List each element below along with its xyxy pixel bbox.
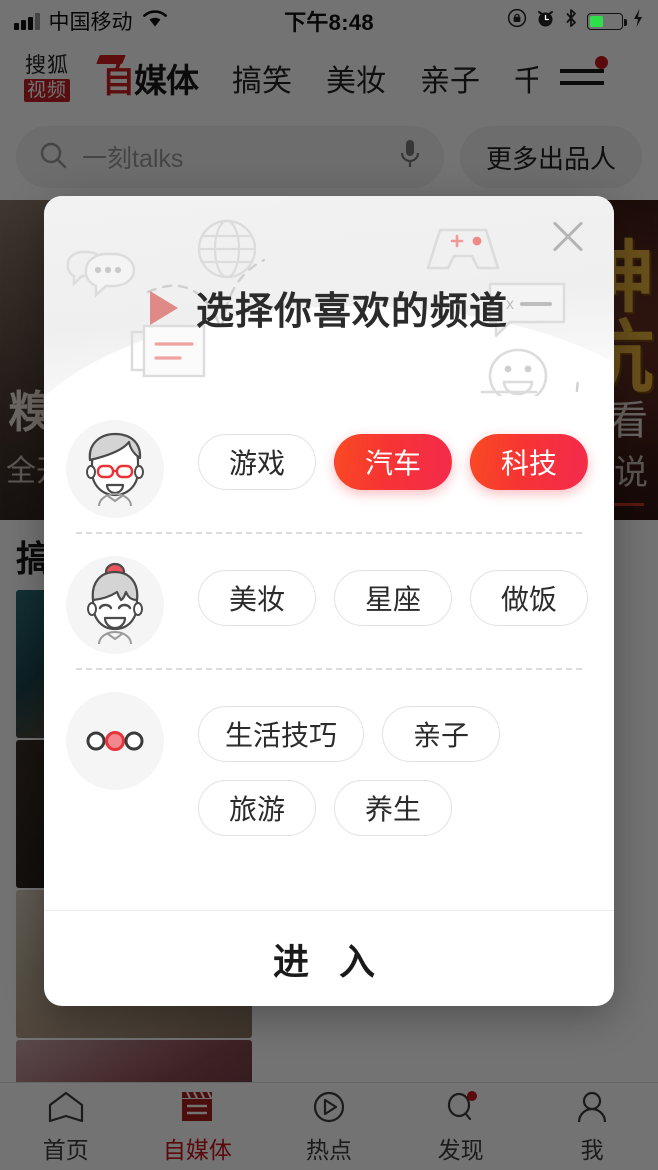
channel-chip-zuofan[interactable]: 做饭 (470, 570, 588, 626)
boy-with-glasses-avatar (66, 420, 164, 518)
channel-chip-yangsheng[interactable]: 养生 (334, 780, 452, 836)
three-dots-avatar (66, 692, 164, 790)
close-icon[interactable] (542, 210, 594, 262)
channel-picker-modal: x 选择你喜欢的频道 游戏 汽车 科技 美妆 星座 做饭 生活技巧 亲子 旅游 … (44, 196, 614, 1006)
channel-chip-meizhuang[interactable]: 美妆 (198, 570, 316, 626)
lightning-bolt-icon (632, 8, 644, 34)
chip-list: 生活技巧 亲子 旅游 养生 (164, 684, 592, 836)
chip-list: 游戏 汽车 科技 (164, 412, 592, 490)
channel-group: 游戏 汽车 科技 (44, 396, 614, 532)
alarm-clock-icon (536, 9, 555, 34)
channel-chip-qinzi[interactable]: 亲子 (382, 706, 501, 762)
channel-chip-youxi[interactable]: 游戏 (198, 434, 316, 490)
channel-chip-lvyou[interactable]: 旅游 (198, 780, 316, 836)
channel-chip-xingzuo[interactable]: 星座 (334, 570, 452, 626)
enter-button[interactable]: 进 入 (273, 933, 385, 985)
battery-icon (587, 12, 627, 30)
modal-title: 选择你喜欢的频道 (195, 291, 508, 333)
play-triangle-icon (149, 290, 178, 325)
modal-body: 游戏 汽车 科技 美妆 星座 做饭 生活技巧 亲子 旅游 养生 (44, 396, 614, 910)
modal-title-row: 选择你喜欢的频道 (44, 280, 614, 335)
channel-chip-keji[interactable]: 科技 (470, 434, 588, 490)
phone-screen: 中国移动 下午8:48 (0, 0, 658, 1170)
channel-chip-shenghuojiqiao[interactable]: 生活技巧 (198, 706, 365, 762)
woman-with-bun-avatar (66, 556, 164, 654)
status-bar-right (507, 8, 644, 34)
modal-footer[interactable]: 进 入 (44, 910, 614, 1006)
bluetooth-icon (564, 8, 578, 34)
dashed-connector-icon (522, 372, 614, 396)
rotation-lock-icon (507, 8, 527, 34)
channel-chip-qiche[interactable]: 汽车 (334, 434, 452, 490)
channel-group: 美妆 星座 做饭 (44, 532, 614, 668)
gamepad-icon (422, 224, 504, 281)
channel-group: 生活技巧 亲子 旅游 养生 (44, 668, 614, 850)
modal-header: x 选择你喜欢的频道 (44, 196, 614, 396)
chip-list: 美妆 星座 做饭 (164, 548, 592, 626)
